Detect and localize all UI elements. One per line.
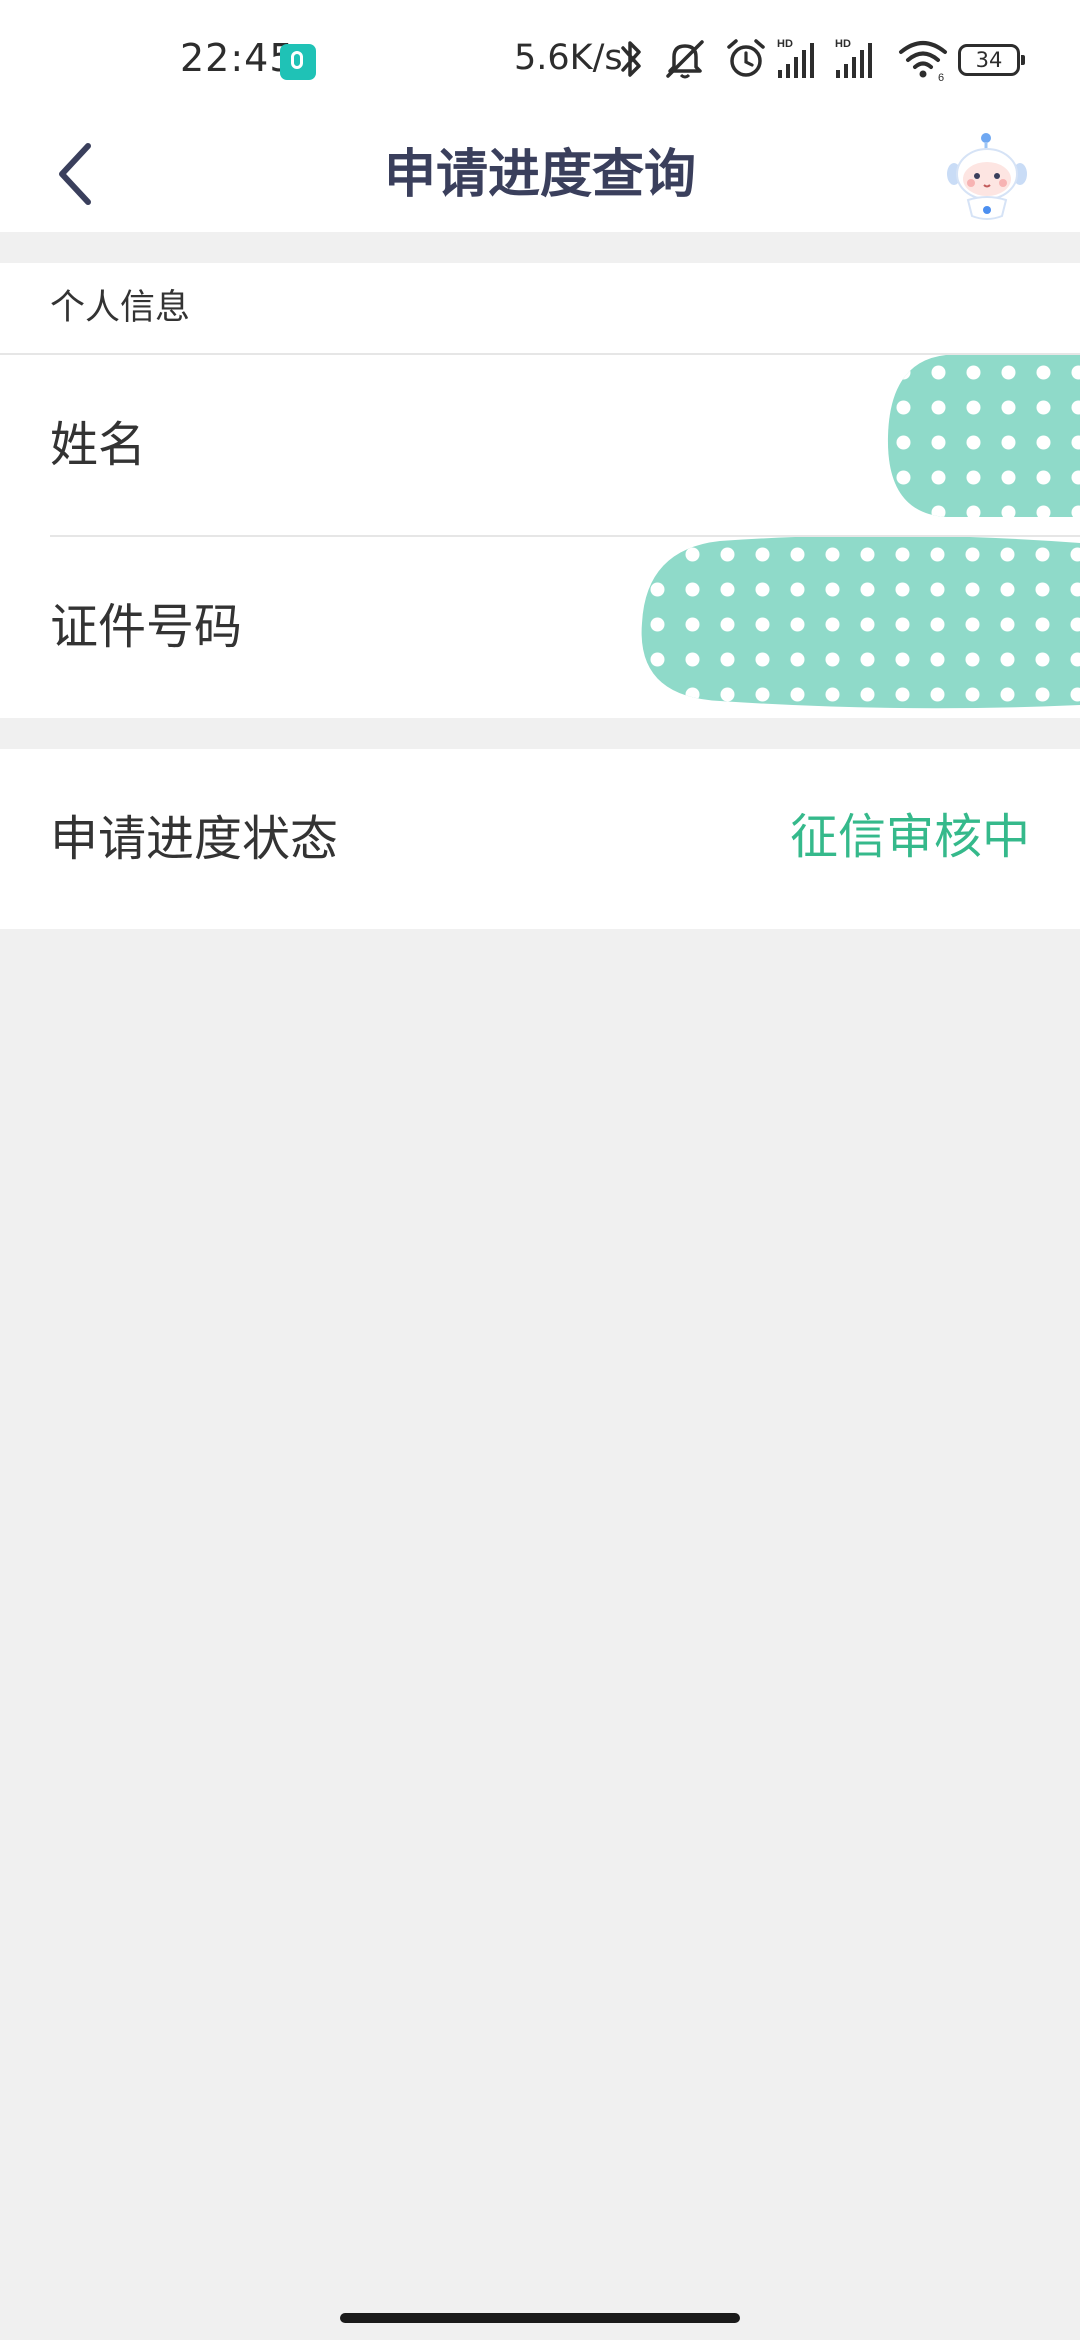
navigation-bar: 申请进度查询 — [0, 118, 1080, 232]
alarm-icon — [727, 39, 765, 77]
name-row: 姓名 — [0, 355, 1080, 535]
svg-text:HD: HD — [777, 38, 793, 50]
app-notification-icon — [280, 44, 316, 80]
wifi-icon: 6 — [899, 41, 947, 82]
hd-signal-icon: HD — [777, 38, 814, 78]
status-time: 22:45 — [180, 36, 295, 80]
status-icons: HD HD 6 34 — [618, 36, 1038, 86]
back-button[interactable] — [36, 134, 116, 214]
hd-signal-icon: HD — [835, 38, 872, 78]
chevron-left-icon — [59, 143, 91, 205]
section-title: 个人信息 — [50, 288, 191, 328]
mute-icon — [666, 40, 704, 79]
status-bar: 22:45 5.6K/s HD HD 6 34 — [0, 0, 1080, 118]
battery-icon: 34 — [958, 44, 1025, 76]
status-value: 征信审核中 — [789, 809, 1030, 865]
application-status-row[interactable]: 申请进度状态 征信审核中 — [0, 749, 1080, 929]
redacted-id-number-value — [641, 537, 1080, 709]
home-indicator[interactable] — [340, 2313, 740, 2323]
page-title: 申请进度查询 — [383, 145, 696, 205]
robot-mascot-icon[interactable] — [944, 130, 1034, 226]
network-speed: 5.6K/s — [514, 38, 623, 78]
name-label: 姓名 — [50, 417, 147, 473]
status-label: 申请进度状态 — [50, 811, 339, 867]
id-number-row: 证件号码 — [0, 537, 1080, 718]
svg-text:6: 6 — [938, 72, 944, 82]
svg-text:HD: HD — [835, 38, 851, 50]
personal-info-section: 个人信息 姓名 证件号码 — [0, 263, 1080, 718]
bluetooth-icon — [621, 41, 641, 77]
redacted-name-value — [887, 355, 1080, 517]
id-number-label: 证件号码 — [50, 599, 243, 655]
